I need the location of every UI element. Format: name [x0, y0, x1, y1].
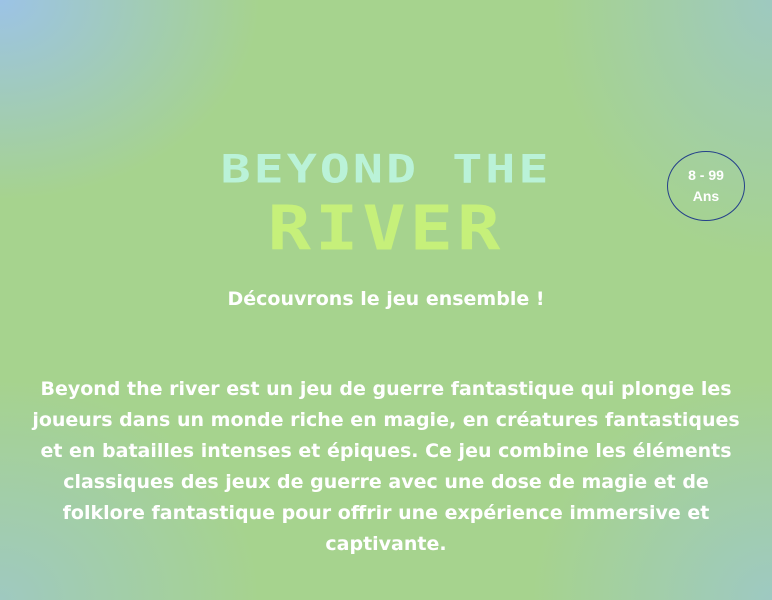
age-range: 8 - 99	[688, 167, 724, 183]
game-title-line1: BEYOND THE	[220, 146, 552, 192]
game-title-line2: RIVER	[267, 192, 505, 264]
age-unit: Ans	[692, 188, 720, 204]
game-description: Beyond the river est un jeu de guerre fa…	[32, 378, 740, 555]
subtitle: Découvrons le jeu ensemble !	[227, 288, 545, 310]
age-badge: 8 - 99 Ans	[667, 151, 745, 221]
